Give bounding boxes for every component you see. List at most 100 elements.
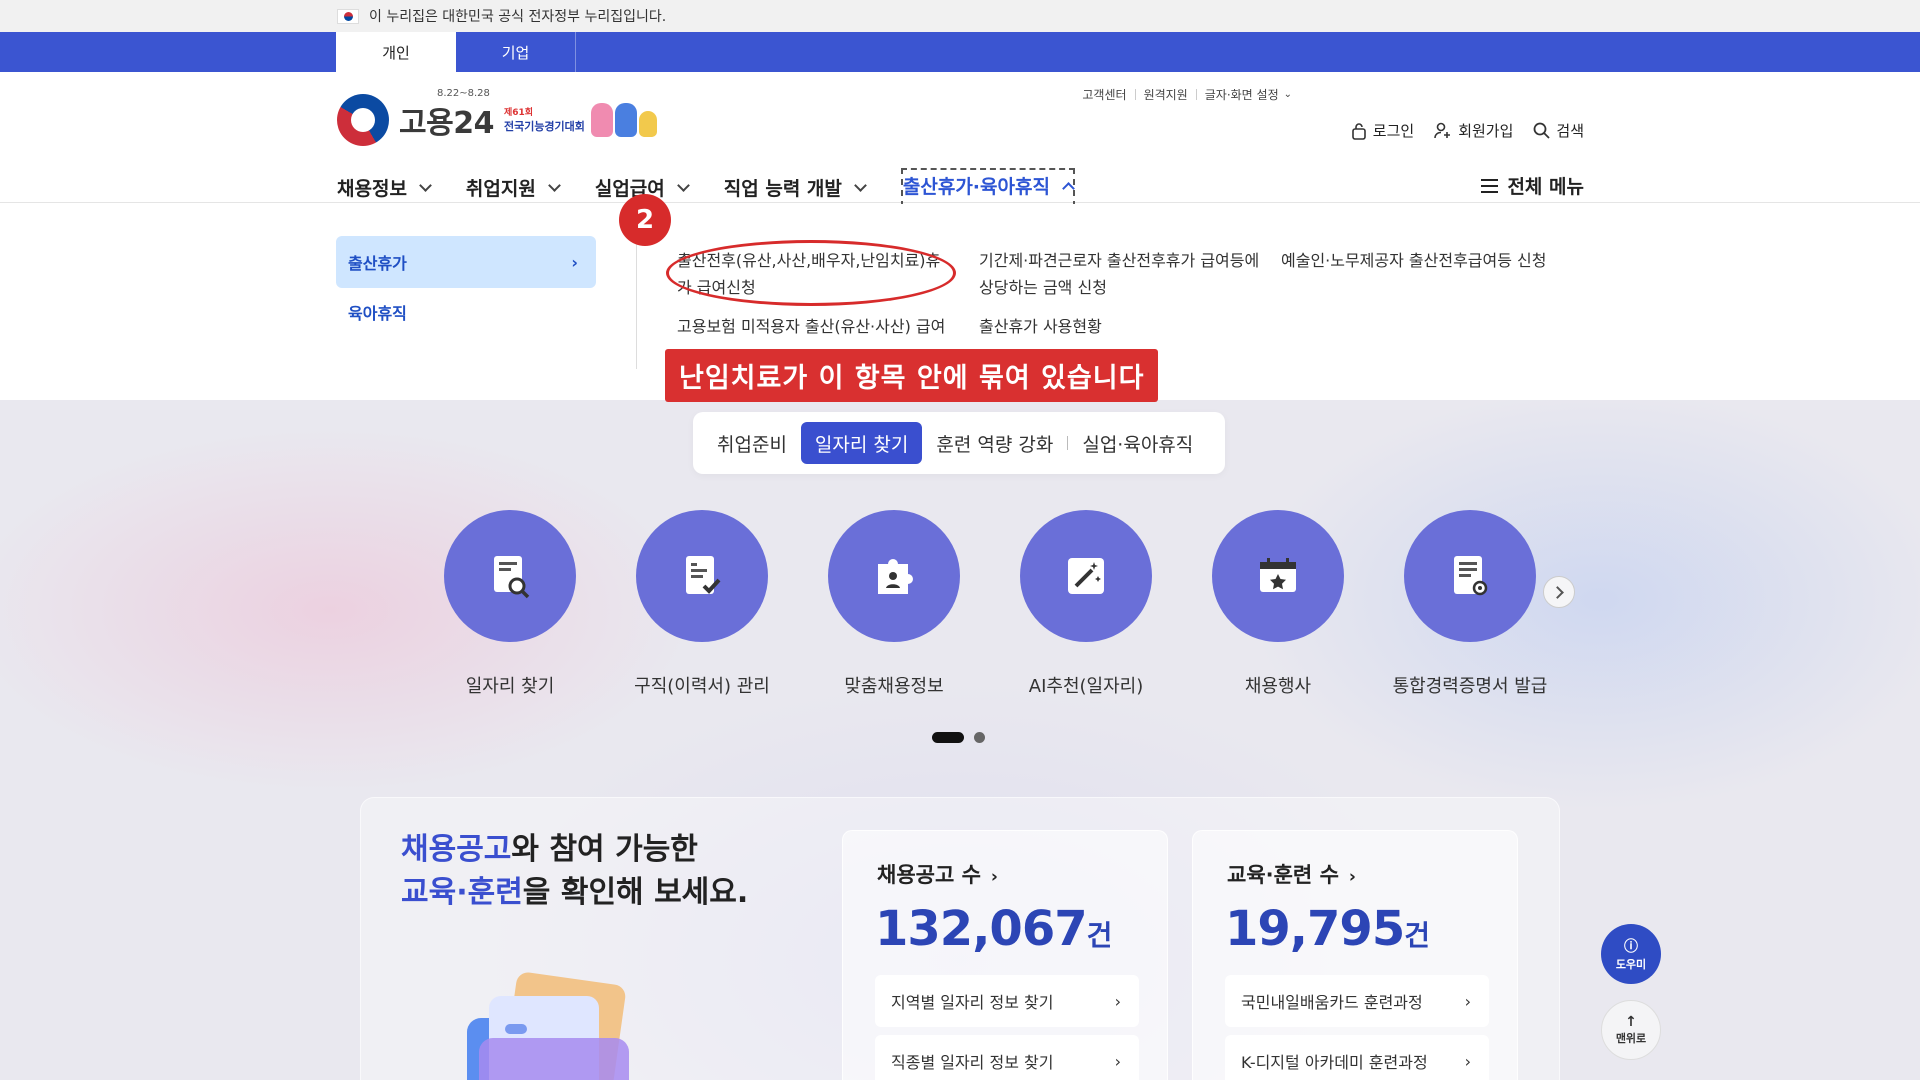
login-link[interactable]: 로그인	[1351, 120, 1414, 141]
lock-icon	[1351, 122, 1366, 140]
remote-support-link[interactable]: 원격지원	[1144, 86, 1188, 103]
job-postings-card: 채용공고 수 › 132,067건 지역별 일자리 정보 찾기 › 직종별 일자리 …	[842, 830, 1168, 1080]
tab-job-search[interactable]: 일자리 찾기	[800, 422, 923, 464]
main-nav: 채용정보 취업지원 실업급여 직업 능력 개발 출산휴가·육아휴직	[337, 168, 1111, 207]
gov-notice-text: 이 누리집은 대한민국 공식 전자정부 누리집입니다.	[369, 9, 667, 25]
folder-illustration	[467, 972, 629, 1080]
submenu-parental-leave[interactable]: 육아휴직	[348, 300, 407, 324]
hamburger-icon	[1481, 178, 1499, 193]
service-shortcuts: 일자리 찾기 구직(이력서) 관리 맞춤채용정보 AI추천(일자리) 채용행사	[414, 510, 1566, 698]
submenu-label: 출산휴가	[348, 254, 407, 273]
chevron-down-icon: ⌄	[1283, 89, 1292, 100]
chevron-down-icon	[419, 178, 432, 192]
chevron-right-icon: ›	[571, 252, 578, 272]
k-digital-academy-link[interactable]: K-디지털 아카데미 훈련과정 ›	[1225, 1035, 1489, 1080]
carousel-next-button[interactable]	[1543, 576, 1575, 608]
service-item[interactable]: 맞춤채용정보	[798, 510, 990, 698]
arrow-up-icon: ↑	[1625, 1014, 1637, 1030]
submenu-maternity-leave[interactable]: 출산휴가 ›	[336, 236, 596, 288]
logo-date: 8.22~8.28	[437, 88, 490, 99]
service-label: 구직(이력서) 관리	[634, 676, 770, 697]
tab-business[interactable]: 기업	[456, 32, 576, 72]
annotation-callout: 난임치료가 이 항목 안에 묶여 있습니다	[665, 349, 1159, 402]
chevron-right-icon: ›	[1114, 991, 1121, 1011]
service-label: 맞춤채용정보	[844, 676, 944, 697]
service-label: 일자리 찾기	[465, 676, 555, 697]
job-postings-count: 132,067건	[875, 901, 1112, 957]
customer-center-link[interactable]: 고객센터	[1082, 86, 1126, 103]
service-item[interactable]: 구직(이력서) 관리	[606, 510, 798, 698]
certificate-icon	[1454, 556, 1488, 596]
user-links: 로그인 회원가입 검색	[1331, 120, 1584, 141]
search-link[interactable]: 검색	[1533, 120, 1584, 141]
all-menu-button[interactable]: 전체 메뉴	[1481, 172, 1584, 199]
highlight-oval	[666, 240, 956, 306]
tab-job-prep[interactable]: 취업준비	[703, 422, 801, 464]
nav-maternity-parental-leave[interactable]: 출산휴가·육아휴직	[900, 168, 1075, 207]
service-label: AI추천(일자리)	[1028, 676, 1144, 697]
section-headline: 채용공고와 참여 가능한 교육·훈련을 확인해 보세요.	[401, 832, 749, 910]
nav-jobs[interactable]: 채용정보	[337, 170, 432, 205]
helper-button[interactable]: ⓘ 도우미	[1601, 924, 1661, 984]
all-menu-label: 전체 메뉴	[1507, 176, 1584, 198]
service-item[interactable]: 일자리 찾기	[414, 510, 606, 698]
chevron-down-icon	[854, 178, 867, 192]
divider	[636, 234, 637, 369]
puzzle-person-icon	[878, 559, 913, 594]
training-title[interactable]: 교육·훈련 수 ›	[1227, 859, 1356, 889]
question-circle-icon: ⓘ	[1624, 939, 1638, 955]
site-header: 고용24 8.22~8.28 제61회 전국기능경기대회 고객센터 원격지원 글…	[0, 72, 1920, 207]
magic-wand-icon	[1068, 558, 1104, 594]
event-edition: 제61회	[503, 108, 534, 118]
chevron-up-icon	[1062, 181, 1075, 195]
site-logo[interactable]: 고용24 8.22~8.28 제61회 전국기능경기대회	[337, 88, 659, 146]
tab-training[interactable]: 훈련 역량 강화	[922, 422, 1067, 464]
carousel-pagination	[932, 732, 985, 743]
event-title: 전국기능경기대회	[503, 120, 585, 133]
calendar-star-icon	[1260, 558, 1296, 592]
job-postings-title[interactable]: 채용공고 수 ›	[877, 859, 998, 889]
step-number-badge: 2	[619, 194, 671, 246]
gov-notice-bar: 이 누리집은 대한민국 공식 전자정부 누리집입니다.	[0, 0, 1920, 32]
nav-employment-support[interactable]: 취업지원	[466, 170, 561, 205]
page-dot-active[interactable]	[932, 732, 964, 743]
tomorrow-learning-card-link[interactable]: 국민내일배움카드 훈련과정 ›	[1225, 975, 1489, 1027]
occupation-jobs-link[interactable]: 직종별 일자리 정보 찾기 ›	[875, 1035, 1139, 1080]
korea-flag-icon	[337, 8, 359, 24]
audience-bar: 개인 기업	[0, 32, 1920, 72]
tab-unemployment-leave[interactable]: 실업·육아휴직	[1068, 422, 1207, 464]
text-screen-settings[interactable]: 글자·화면 설정	[1205, 86, 1279, 103]
signup-link[interactable]: 회원가입	[1434, 120, 1513, 141]
link-temp-worker-benefit[interactable]: 기간제·파견근로자 출산전후휴가 급여등에 상당하는 금액 신청	[979, 247, 1261, 301]
utility-links: 고객센터 원격지원 글자·화면 설정 ⌄	[1082, 86, 1292, 103]
training-card: 교육·훈련 수 › 19,795건 국민내일배움카드 훈련과정 › K-디지털 아카…	[1192, 830, 1518, 1080]
link-uninsured-benefit[interactable]: 고용보험 미적용자 출산(유산·사산) 급여 신청	[677, 313, 963, 340]
search-icon	[1533, 122, 1551, 139]
search-label: 검색	[1556, 122, 1584, 140]
service-item[interactable]: 통합경력증명서 발급	[1374, 510, 1566, 698]
link-artist-benefit[interactable]: 예술인·노무제공자 출산전후급여등 신청	[1281, 247, 1571, 274]
nav-vocational-training[interactable]: 직업 능력 개발	[724, 170, 867, 205]
chevron-down-icon	[547, 178, 561, 192]
chevron-right-icon: ›	[1114, 1051, 1121, 1071]
event-banner: 제61회 전국기능경기대회	[504, 107, 585, 133]
main-content: 취업준비 일자리 찾기 훈련 역량 강화 실업·육아휴직 일자리 찾기 구직(이…	[0, 400, 1920, 1080]
chevron-right-icon: ›	[1464, 991, 1471, 1011]
category-tabs: 취업준비 일자리 찾기 훈련 역량 강화 실업·육아휴직	[693, 412, 1225, 474]
chevron-right-icon: ›	[1464, 1051, 1471, 1071]
regional-jobs-link[interactable]: 지역별 일자리 정보 찾기 ›	[875, 975, 1139, 1027]
tab-individual[interactable]: 개인	[336, 32, 456, 72]
resume-check-icon	[686, 556, 721, 594]
logo-text: 고용24	[399, 106, 494, 141]
back-to-top-button[interactable]: ↑ 맨위로	[1601, 1000, 1661, 1060]
job-search-icon	[494, 556, 530, 599]
mascot-image	[590, 103, 659, 137]
service-item[interactable]: 채용행사	[1182, 510, 1374, 698]
signup-label: 회원가입	[1458, 122, 1514, 140]
taegeuk-emblem-icon	[337, 94, 389, 146]
link-maternity-usage-status[interactable]: 출산휴가 사용현황	[979, 313, 1249, 340]
service-item[interactable]: AI추천(일자리)	[990, 510, 1182, 698]
service-label: 채용행사	[1244, 676, 1312, 697]
chevron-down-icon	[676, 178, 690, 192]
page-dot[interactable]	[974, 732, 985, 743]
